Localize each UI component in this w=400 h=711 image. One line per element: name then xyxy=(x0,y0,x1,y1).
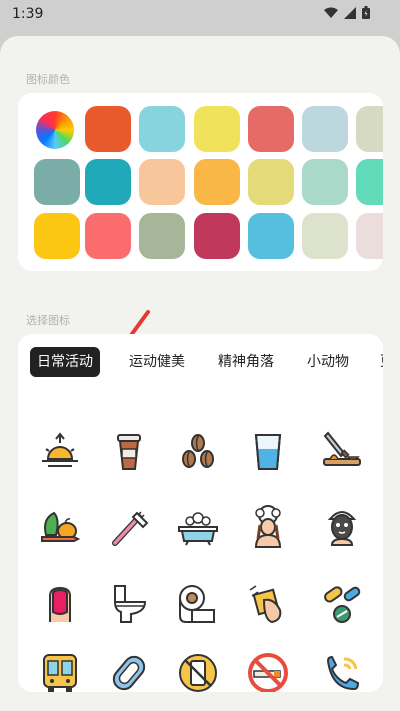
color-swatch[interactable] xyxy=(85,213,131,259)
hair-wash-icon[interactable] xyxy=(240,499,296,555)
no-phone-icon[interactable] xyxy=(170,645,226,692)
signal-icon xyxy=(344,6,356,19)
color-swatch[interactable] xyxy=(139,213,185,259)
battery-icon xyxy=(362,6,370,19)
color-swatch[interactable] xyxy=(139,159,185,205)
tab-4[interactable]: 小动物 xyxy=(300,347,356,377)
status-time: 1:39 xyxy=(12,6,44,22)
coffee-cup-icon[interactable] xyxy=(101,423,157,479)
cleaning-icon[interactable] xyxy=(240,576,296,632)
tab-2[interactable]: 运动健美 xyxy=(122,347,192,377)
toothbrush-icon[interactable] xyxy=(101,499,157,555)
bus-icon[interactable] xyxy=(32,645,88,692)
color-swatch[interactable] xyxy=(248,159,294,205)
color-swatch[interactable] xyxy=(302,106,348,152)
water-glass-icon[interactable] xyxy=(240,423,296,479)
color-section-label: 图标颜色 xyxy=(26,73,70,86)
status-bar: 1:39 xyxy=(0,0,400,30)
color-swatch[interactable] xyxy=(85,106,131,152)
vegetables-icon[interactable] xyxy=(32,499,88,555)
color-swatch[interactable] xyxy=(139,106,185,152)
color-swatch[interactable] xyxy=(248,106,294,152)
bottom-sheet: 图标颜色 选择图标 日常活动运动健美精神角落小动物更 xyxy=(0,36,400,711)
icon-picker: 日常活动运动健美精神角落小动物更 xyxy=(18,334,383,692)
color-swatch[interactable] xyxy=(34,213,80,259)
toilet-paper-icon[interactable] xyxy=(170,576,226,632)
tab-1[interactable]: 日常活动 xyxy=(30,347,100,377)
icon-section-label: 选择图标 xyxy=(26,314,70,327)
category-tabs: 日常活动运动健美精神角落小动物更 xyxy=(18,334,383,388)
sanitary-pad-icon[interactable] xyxy=(101,645,157,692)
color-swatch[interactable] xyxy=(302,213,348,259)
color-wheel-icon[interactable] xyxy=(36,111,74,149)
tab-3[interactable]: 精神角落 xyxy=(211,347,281,377)
color-swatch[interactable] xyxy=(34,159,80,205)
cutting-board-icon[interactable] xyxy=(314,423,370,479)
color-swatch[interactable] xyxy=(356,213,383,259)
color-swatch[interactable] xyxy=(85,159,131,205)
nail-polish-icon[interactable] xyxy=(32,576,88,632)
color-swatch[interactable] xyxy=(356,159,383,205)
face-mask-icon[interactable] xyxy=(314,499,370,555)
wifi-icon xyxy=(324,7,338,18)
tab-5[interactable]: 更 xyxy=(373,347,383,377)
phone-call-icon[interactable] xyxy=(314,645,370,692)
color-swatch[interactable] xyxy=(194,106,240,152)
bathtub-icon[interactable] xyxy=(170,499,226,555)
color-palette xyxy=(18,93,383,271)
color-swatch[interactable] xyxy=(248,213,294,259)
sunrise-icon[interactable] xyxy=(32,423,88,479)
color-swatch[interactable] xyxy=(194,213,240,259)
toilet-icon[interactable] xyxy=(101,576,157,632)
coffee-beans-icon[interactable] xyxy=(170,423,226,479)
no-smoking-icon[interactable] xyxy=(240,645,296,692)
color-swatch[interactable] xyxy=(194,159,240,205)
color-swatch[interactable] xyxy=(356,106,383,152)
color-swatch[interactable] xyxy=(302,159,348,205)
pills-icon[interactable] xyxy=(314,576,370,632)
status-icons xyxy=(324,6,370,19)
